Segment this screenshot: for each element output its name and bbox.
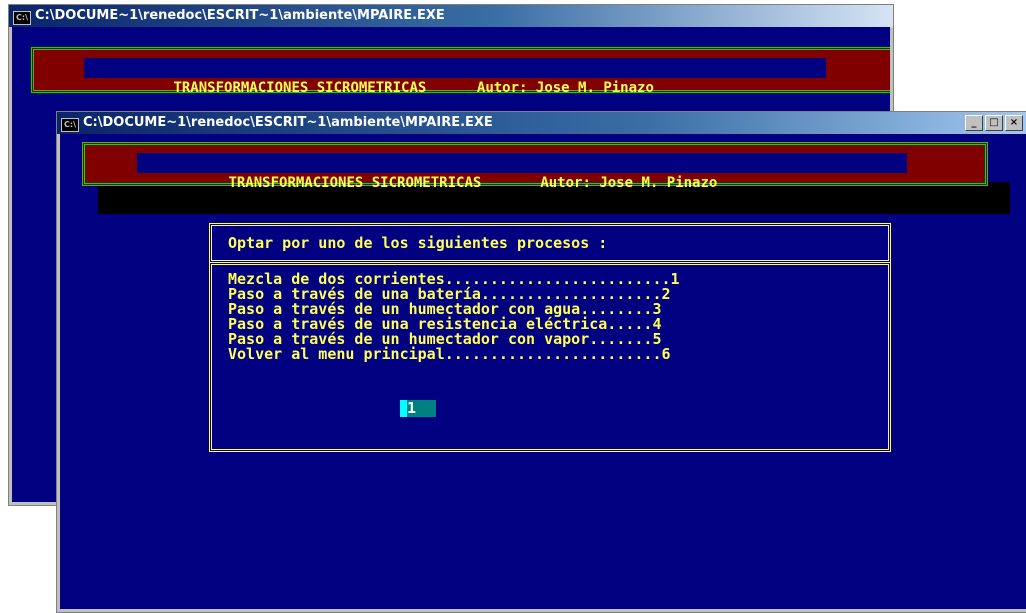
minimize-button[interactable]: _ <box>965 115 983 131</box>
back-banner: TRANSFORMACIONES SICROMETRICAS Autor: Jo… <box>31 47 890 96</box>
front-console-window[interactable]: C:\ C:\DOCUME~1\renedoc\ESCRIT~1\ambiente… <box>56 111 1026 613</box>
text-cursor <box>400 400 407 417</box>
maximize-button[interactable]: □ <box>985 115 1003 131</box>
front-console-area[interactable]: TRANSFORMACIONES SICROMETRICAS Autor: Jo… <box>60 134 1026 609</box>
console-icon[interactable]: C:\ <box>13 11 31 25</box>
front-banner-title: TRANSFORMACIONES SICROMETRICAS <box>228 175 482 191</box>
front-banner-text: TRANSFORMACIONES SICROMETRICAS Autor: Jo… <box>137 153 907 191</box>
back-window-title: C:\DOCUME~1\renedoc\ESCRIT~1\ambiente\MP… <box>35 8 445 23</box>
back-banner-author: Autor: Jose M. Pinazo <box>476 80 654 96</box>
option-input-value: 1 <box>407 399 417 417</box>
menu-items-box: Mezcla de dos corrientes................… <box>209 262 891 452</box>
menu-items-list: Mezcla de dos corrientes................… <box>228 272 680 362</box>
menu-item-volver[interactable]: Volver al menu principal................… <box>228 347 680 362</box>
front-window-titlebar[interactable]: C:\ C:\DOCUME~1\renedoc\ESCRIT~1\ambiente… <box>57 112 1026 134</box>
front-banner: TRANSFORMACIONES SICROMETRICAS Autor: Jo… <box>82 142 988 191</box>
option-input[interactable]: 1 <box>400 400 436 417</box>
menu-header-box: Optar por uno de los siguientes procesos… <box>209 223 891 263</box>
close-button[interactable]: × <box>1005 115 1023 131</box>
console-icon[interactable]: C:\ <box>61 118 79 132</box>
front-banner-author: Autor: Jose M. Pinazo <box>540 175 718 191</box>
back-banner-text: TRANSFORMACIONES SICROMETRICAS Autor: Jo… <box>84 58 826 96</box>
front-window-title: C:\DOCUME~1\renedoc\ESCRIT~1\ambiente\MP… <box>83 115 493 130</box>
menu-header: Optar por uno de los siguientes procesos… <box>228 234 608 252</box>
back-banner-title: TRANSFORMACIONES SICROMETRICAS <box>173 80 427 96</box>
back-window-titlebar[interactable]: C:\ C:\DOCUME~1\renedoc\ESCRIT~1\ambiente… <box>9 5 893 27</box>
